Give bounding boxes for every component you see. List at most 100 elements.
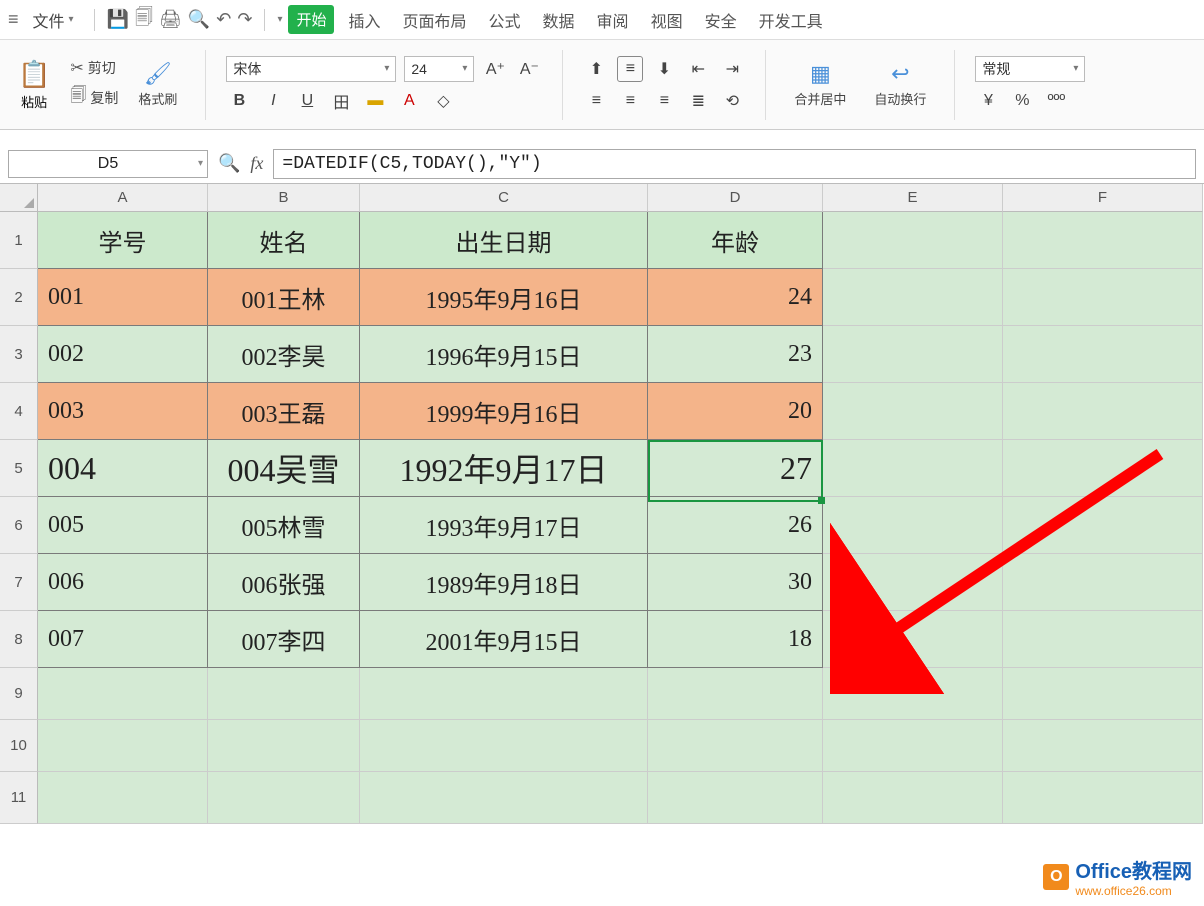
col-header-B[interactable]: B <box>208 184 360 212</box>
cell[interactable]: 1995年9月16日 <box>360 269 648 326</box>
fill-color-button[interactable]: ▬ <box>362 88 388 114</box>
cell[interactable]: 005 <box>38 497 208 554</box>
cell[interactable] <box>1003 440 1203 497</box>
underline-button[interactable]: U <box>294 88 320 114</box>
cell[interactable]: 学号 <box>38 212 208 269</box>
saveas-icon[interactable]: 🗐 <box>135 5 153 35</box>
cell[interactable] <box>823 440 1003 497</box>
cell[interactable] <box>38 720 208 772</box>
cell[interactable] <box>208 668 360 720</box>
cell[interactable] <box>823 554 1003 611</box>
cell[interactable]: 1992年9月17日 <box>360 440 648 497</box>
preview-icon[interactable]: 🔍 <box>188 9 210 30</box>
save-icon[interactable]: 💾 <box>107 9 129 30</box>
increase-font-button[interactable]: A⁺ <box>482 56 508 82</box>
justify-button[interactable]: ≣ <box>685 88 711 114</box>
cell[interactable] <box>823 668 1003 720</box>
qat-dropdown-icon[interactable]: ▾ <box>277 14 282 25</box>
cell[interactable] <box>1003 668 1203 720</box>
cell[interactable]: 26 <box>648 497 823 554</box>
cell[interactable] <box>1003 554 1203 611</box>
align-left-button[interactable]: ≡ <box>583 88 609 114</box>
cell[interactable] <box>1003 497 1203 554</box>
cell[interactable]: 27 <box>648 440 823 497</box>
cell[interactable]: 003 <box>38 383 208 440</box>
cell[interactable] <box>360 720 648 772</box>
col-header-D[interactable]: D <box>648 184 823 212</box>
col-header-C[interactable]: C <box>360 184 648 212</box>
cell[interactable]: 1996年9月15日 <box>360 326 648 383</box>
indent-increase-button[interactable]: ⇥ <box>719 56 745 82</box>
font-color-button[interactable]: A <box>396 88 422 114</box>
tab-security[interactable]: 安全 <box>697 4 745 36</box>
undo-icon[interactable]: ↶ <box>216 9 231 30</box>
cell[interactable]: 30 <box>648 554 823 611</box>
row-header[interactable]: 5 <box>0 440 38 497</box>
zoom-icon[interactable]: 🔍 <box>218 153 240 174</box>
cell[interactable]: 006张强 <box>208 554 360 611</box>
fx-icon[interactable]: fx <box>250 153 263 174</box>
currency-button[interactable]: ¥ <box>975 88 1001 114</box>
col-header-F[interactable]: F <box>1003 184 1203 212</box>
col-header-A[interactable]: A <box>38 184 208 212</box>
cell[interactable] <box>208 772 360 824</box>
decrease-font-button[interactable]: A⁻ <box>516 56 542 82</box>
number-format-select[interactable]: 常规▾ <box>975 56 1085 82</box>
cell[interactable] <box>360 668 648 720</box>
tab-start[interactable]: 开始 <box>288 5 334 34</box>
cell[interactable]: 出生日期 <box>360 212 648 269</box>
cell[interactable] <box>1003 772 1203 824</box>
cell[interactable] <box>208 720 360 772</box>
clear-format-button[interactable]: ◇ <box>430 88 456 114</box>
cell[interactable]: 1989年9月18日 <box>360 554 648 611</box>
cell[interactable]: 006 <box>38 554 208 611</box>
align-bottom-button[interactable]: ⬇ <box>651 56 677 82</box>
format-painter-button[interactable]: 🖌 格式刷 <box>130 57 185 112</box>
cell[interactable] <box>648 772 823 824</box>
comma-button[interactable]: ººº <box>1043 88 1069 114</box>
cell[interactable] <box>648 668 823 720</box>
cell[interactable] <box>823 497 1003 554</box>
cell[interactable]: 姓名 <box>208 212 360 269</box>
cell[interactable] <box>823 326 1003 383</box>
italic-button[interactable]: I <box>260 88 286 114</box>
cell[interactable]: 004吴雪 <box>208 440 360 497</box>
row-header[interactable]: 9 <box>0 668 38 720</box>
cell[interactable] <box>38 668 208 720</box>
cell[interactable] <box>648 720 823 772</box>
percent-button[interactable]: % <box>1009 88 1035 114</box>
tab-view[interactable]: 视图 <box>643 4 691 36</box>
col-header-E[interactable]: E <box>823 184 1003 212</box>
cell[interactable]: 2001年9月15日 <box>360 611 648 668</box>
row-header[interactable]: 8 <box>0 611 38 668</box>
cell[interactable]: 004 <box>38 440 208 497</box>
cell[interactable] <box>1003 383 1203 440</box>
cell[interactable] <box>823 212 1003 269</box>
cell[interactable] <box>38 772 208 824</box>
formula-input[interactable]: =DATEDIF(C5,TODAY(),"Y") <box>273 149 1196 179</box>
tab-insert[interactable]: 插入 <box>340 4 388 36</box>
cut-button[interactable]: ✂剪切 <box>70 58 118 78</box>
row-header[interactable]: 7 <box>0 554 38 611</box>
tab-data[interactable]: 数据 <box>535 4 583 36</box>
wrap-text-button[interactable]: ↩ 自动换行 <box>866 57 934 112</box>
tab-formula[interactable]: 公式 <box>481 4 529 36</box>
cell[interactable]: 002李昊 <box>208 326 360 383</box>
cell[interactable]: 001 <box>38 269 208 326</box>
cell[interactable]: 002 <box>38 326 208 383</box>
cell[interactable]: 005林雪 <box>208 497 360 554</box>
cell[interactable]: 23 <box>648 326 823 383</box>
tab-devtools[interactable]: 开发工具 <box>751 4 831 36</box>
row-header[interactable]: 1 <box>0 212 38 269</box>
cell[interactable]: 20 <box>648 383 823 440</box>
menu-icon[interactable]: ≡ <box>8 9 19 30</box>
cell[interactable]: 1999年9月16日 <box>360 383 648 440</box>
align-center-button[interactable]: ≡ <box>617 88 643 114</box>
orientation-button[interactable]: ⟲ <box>719 88 745 114</box>
cell[interactable] <box>823 720 1003 772</box>
cell[interactable] <box>360 772 648 824</box>
cell[interactable]: 1993年9月17日 <box>360 497 648 554</box>
cell[interactable] <box>1003 326 1203 383</box>
tab-review[interactable]: 审阅 <box>589 4 637 36</box>
paste-button[interactable]: 📋 粘贴 <box>10 55 58 115</box>
